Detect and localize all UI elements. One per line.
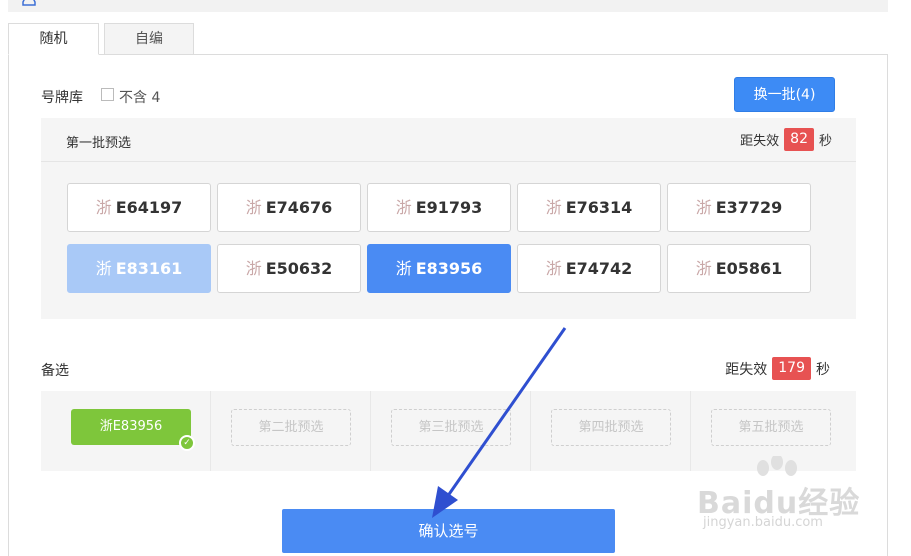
expire-unit: 秒 [816,361,830,378]
empty-slot[interactable]: 第五批预选 [711,409,831,446]
plate-province: 浙 [695,259,712,278]
plate-number: E50632 [265,259,333,278]
first-batch-box: 第一批预选 距失效 82 秒 浙 E64197 浙 E74676 浙 E91793 浙… [41,118,856,319]
exclude-four-label: 不含 4 [119,90,161,106]
expire-unit: 秒 [818,134,832,149]
exclude-four-checkbox[interactable] [101,88,114,101]
alternate-cell-4: 第四批预选 [531,391,691,471]
plate-option[interactable]: 浙 E91793 [367,183,511,232]
plate-option[interactable]: 浙 E74742 [517,244,661,293]
plate-option[interactable]: 浙 E74676 [217,183,361,232]
chosen-plate-tag[interactable]: 浙E83956 ✓ [71,409,195,451]
tab-random[interactable]: 随机 [8,23,99,55]
plate-option[interactable]: 浙 E76314 [517,183,661,232]
plate-number: E37729 [715,198,783,217]
plate-province: 浙 [245,259,262,278]
plate-number: E64197 [115,198,183,217]
car-icon [22,0,36,6]
plate-option-selected[interactable]: 浙 E83956 [367,244,511,293]
plate-number: E91793 [415,198,483,217]
plate-number: E83161 [115,259,183,278]
expire-label: 距失效 [725,361,768,378]
plate-option[interactable]: 浙 E37729 [667,183,811,232]
check-icon: ✓ [179,435,195,451]
swap-batch-button[interactable]: 换一批(4) [734,77,835,112]
plate-province: 浙 [545,259,562,278]
plate-province: 浙 [395,198,412,217]
empty-slot[interactable]: 第四批预选 [551,409,671,446]
tab-custom[interactable]: 自编 [104,23,194,55]
batch-header: 第一批预选 距失效 82 秒 [41,118,856,162]
expire-label: 距失效 [740,134,780,149]
alternate-cell-1: 浙E83956 ✓ [41,391,211,471]
plate-option[interactable]: 浙 E50632 [217,244,361,293]
alternate-cell-3: 第三批预选 [371,391,531,471]
chosen-plate-text: 浙E83956 [99,419,163,434]
plate-option[interactable]: 浙 E05861 [667,244,811,293]
watermark-url: jingyan.baidu.com [703,515,823,530]
top-strip [8,0,888,12]
plate-province: 浙 [245,198,262,217]
plate-province: 浙 [95,259,112,278]
expire-countdown-badge: 179 [772,357,811,380]
alternates-expire: 距失效 179 秒 [725,357,830,380]
plate-province: 浙 [695,198,712,217]
plate-province: 浙 [95,198,112,217]
alternate-cell-2: 第二批预选 [211,391,371,471]
plate-library-label: 号牌库 [41,90,83,106]
batch-title: 第一批预选 [66,136,132,151]
expire-countdown-badge: 82 [784,128,814,151]
plate-number: E74676 [265,198,333,217]
batch-expire: 距失效 82 秒 [740,128,832,151]
baidu-watermark: Baidu经验 jingyan.baidu.com [697,456,867,536]
plate-number: E76314 [565,198,633,217]
plate-number: E05861 [715,259,783,278]
plate-province: 浙 [545,198,562,217]
plate-number: E74742 [565,259,633,278]
confirm-selection-button[interactable]: 确认选号 [282,509,615,553]
alternates-label: 备选 [41,363,69,379]
plate-option-highlighted[interactable]: 浙 E83161 [67,244,211,293]
plate-province: 浙 [395,259,412,278]
empty-slot[interactable]: 第三批预选 [391,409,511,446]
plate-number: E83956 [415,259,483,278]
plate-option[interactable]: 浙 E64197 [67,183,211,232]
empty-slot[interactable]: 第二批预选 [231,409,351,446]
